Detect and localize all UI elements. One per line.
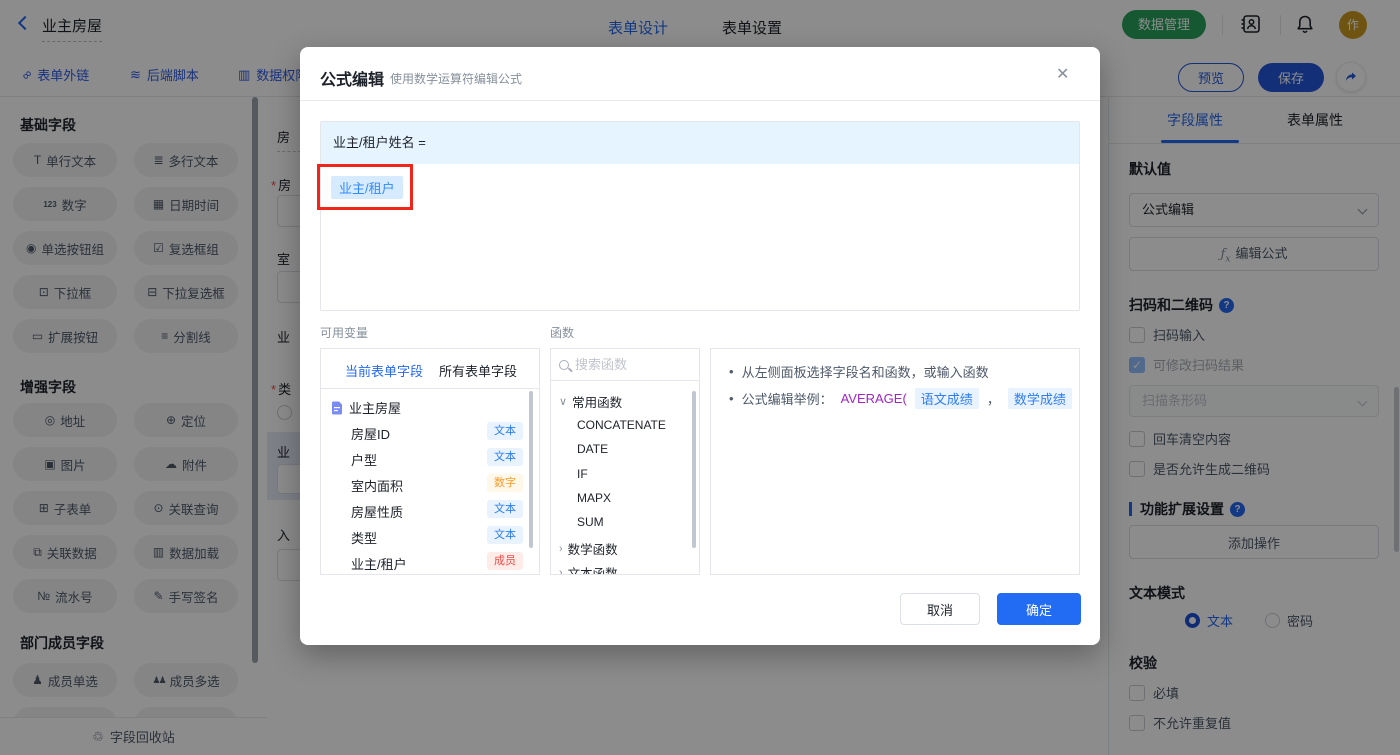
caret-collapsed-icon: ›	[559, 542, 563, 555]
function-item[interactable]: SUM	[577, 515, 604, 529]
function-item[interactable]: CONCATENATE	[577, 418, 666, 432]
formula-edit-dialog: 公式编辑 使用数学运算符编辑公式 ✕ 业主/租户姓名 = 业主/租户 可用变量 …	[300, 47, 1100, 645]
variable-field[interactable]: 房屋性质	[351, 502, 403, 521]
dialog-subtitle: 使用数学运算符编辑公式	[390, 72, 523, 86]
type-badge: 数字	[487, 474, 523, 492]
function-group-text[interactable]: › 文本函数	[559, 563, 618, 575]
variables-tabbar: 当前表单字段 所有表单字段	[321, 349, 539, 389]
confirm-button[interactable]: 确定	[997, 593, 1081, 625]
caret-collapsed-icon: ›	[559, 566, 563, 575]
divider	[300, 100, 1100, 101]
variable-field[interactable]: 类型	[351, 528, 377, 547]
variable-field[interactable]: 业主/租户	[351, 554, 407, 573]
type-badge: 文本	[487, 526, 523, 544]
formula-editor[interactable]: 业主/租户姓名 = 业主/租户	[320, 121, 1080, 311]
variables-scrollbar[interactable]	[529, 391, 533, 548]
variable-field[interactable]: 室内面积	[351, 476, 403, 495]
tab-all-form-fields[interactable]: 所有表单字段	[439, 361, 517, 380]
type-badge: 文本	[487, 422, 523, 440]
formula-target: 业主/租户姓名 =	[321, 122, 1079, 164]
variables-label: 可用变量	[320, 326, 369, 340]
type-badge: 文本	[487, 448, 523, 466]
function-search-input[interactable]	[575, 357, 675, 372]
dialog-title: 公式编辑	[320, 72, 385, 89]
type-badge: 成员	[487, 552, 523, 570]
function-group-common[interactable]: ∨ 常用函数	[559, 392, 622, 411]
function-item[interactable]: IF	[577, 467, 588, 481]
example-field-chip: 语文成绩	[914, 388, 979, 409]
variable-field[interactable]: 房屋ID	[351, 424, 390, 443]
function-search[interactable]	[551, 349, 699, 381]
example-field-chip: 数学成绩	[1007, 388, 1072, 409]
app-root: 业主房屋 表单设计 表单设置 数据管理 作 ∞ 表单外链 ≋ 后端脚本 ▥ 数据…	[0, 0, 1400, 755]
help-panel: • 从左侧面板选择字段名和函数，或输入函数 • 公式编辑举例： AVERAGE(…	[710, 348, 1080, 575]
function-item[interactable]: DATE	[577, 442, 608, 456]
cancel-button[interactable]: 取消	[900, 593, 980, 625]
formula-field-chip[interactable]: 业主/租户	[331, 176, 403, 199]
type-badge: 文本	[487, 500, 523, 518]
search-icon	[559, 359, 569, 370]
caret-expanded-icon: ∨	[559, 396, 568, 408]
functions-scrollbar[interactable]	[692, 391, 696, 548]
functions-panel: ∨ 常用函数 CONCATENATE DATE IF MAPX SUM › 数学…	[550, 348, 700, 575]
function-item[interactable]: MAPX	[577, 491, 611, 505]
tab-current-form-fields[interactable]: 当前表单字段	[345, 361, 423, 380]
example-function-name: AVERAGE(	[840, 391, 907, 406]
variable-field[interactable]: 户型	[351, 450, 377, 469]
close-icon[interactable]: ✕	[1056, 64, 1069, 84]
help-line-2: • 公式编辑举例： AVERAGE( 语文成绩 ， 数学成绩 )	[729, 388, 1079, 409]
help-line-1: • 从左侧面板选择字段名和函数，或输入函数	[729, 364, 989, 380]
functions-label: 函数	[550, 326, 575, 340]
variables-panel: 当前表单字段 所有表单字段 业主房屋 房屋ID 文本 户型 文本 室内面积 数字…	[320, 348, 540, 575]
tree-root-form[interactable]: 业主房屋	[331, 398, 401, 417]
function-group-math[interactable]: › 数学函数	[559, 539, 618, 558]
document-icon	[332, 401, 342, 414]
